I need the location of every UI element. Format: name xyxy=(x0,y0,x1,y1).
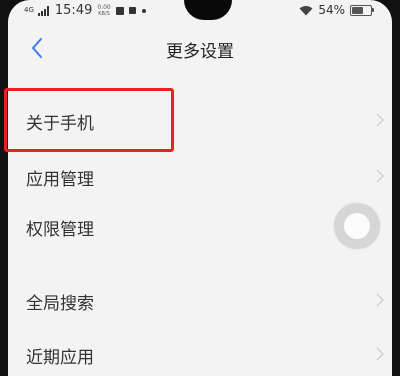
network-indicator: 4G xyxy=(24,7,34,14)
menu-item-label: 全局搜索 xyxy=(26,294,94,314)
page-title: 更多设置 xyxy=(166,42,234,62)
chevron-right-icon xyxy=(376,293,384,307)
page-header: 更多设置 xyxy=(8,30,392,66)
settings-screen: 4G 15:49 0.00 KB/S 54% 更多设置 关于手机 应用管理 权限… xyxy=(8,0,392,376)
more-notifications-icon xyxy=(141,8,146,13)
floating-ball-center xyxy=(344,213,370,239)
status-time: 15:49 xyxy=(54,3,93,18)
chevron-right-icon xyxy=(376,169,384,183)
network-type: 4G xyxy=(24,6,34,14)
floating-ball-icon[interactable] xyxy=(334,203,380,249)
menu-item-global-search[interactable]: 全局搜索 xyxy=(8,276,392,324)
status-right: 54% xyxy=(299,3,374,17)
menu-item-label: 权限管理 xyxy=(26,220,94,240)
phone-frame: 4G 15:49 0.00 KB/S 54% 更多设置 关于手机 应用管理 权限… xyxy=(0,0,400,376)
menu-item-label: 近期应用 xyxy=(26,348,94,368)
battery-percent: 54% xyxy=(318,3,345,17)
network-speed-unit: KB/S xyxy=(98,10,110,17)
chevron-right-icon xyxy=(376,347,384,361)
wifi-icon xyxy=(299,5,313,15)
menu-item-recent-apps[interactable]: 近期应用 xyxy=(8,330,392,376)
network-speed: 0.00 KB/S xyxy=(97,4,110,17)
menu-item-label: 应用管理 xyxy=(26,170,94,190)
camera-notch xyxy=(184,0,232,20)
highlight-box xyxy=(4,88,174,152)
status-left: 4G 15:49 0.00 KB/S xyxy=(24,3,146,18)
battery-icon xyxy=(350,4,374,16)
chevron-right-icon xyxy=(376,113,384,127)
notification-icon-2 xyxy=(128,7,136,14)
signal-icon xyxy=(37,5,49,16)
battery-fill xyxy=(352,6,363,14)
notification-icon xyxy=(115,6,124,15)
menu-item-app-management[interactable]: 应用管理 xyxy=(8,152,392,200)
status-bar: 4G 15:49 0.00 KB/S 54% xyxy=(8,0,392,22)
